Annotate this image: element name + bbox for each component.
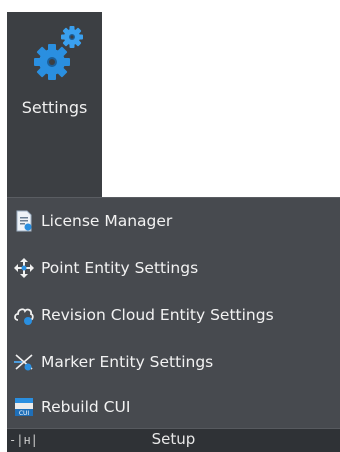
menu-item-label: Point Entity Settings — [41, 259, 199, 277]
cui-icon: CUI — [13, 396, 35, 418]
revision-cloud-icon — [13, 304, 35, 326]
svg-text:CUI: CUI — [19, 410, 30, 417]
point-move-icon — [13, 257, 35, 279]
panel-title: Setup — [151, 430, 196, 448]
menu-item-label: Marker Entity Settings — [41, 353, 214, 371]
settings-button[interactable]: Settings — [7, 12, 102, 197]
menu-item-label: License Manager — [41, 212, 173, 230]
menu-item-marker-entity-settings[interactable]: Marker Entity Settings — [7, 342, 340, 382]
marker-icon — [13, 351, 35, 373]
menu-item-label: Revision Cloud Entity Settings — [41, 306, 274, 324]
settings-dropdown-menu: License Manager Point Entity Settings Re… — [7, 197, 340, 452]
menu-item-license-manager[interactable]: License Manager — [7, 201, 340, 241]
settings-button-label: Settings — [21, 98, 88, 117]
menu-item-rebuild-cui[interactable]: CUI Rebuild CUI — [7, 387, 340, 427]
gears-icon — [28, 22, 88, 82]
panel-title-bar: -|н| Setup — [7, 428, 340, 452]
license-document-icon — [13, 210, 35, 232]
menu-item-revision-cloud-entity-settings[interactable]: Revision Cloud Entity Settings — [7, 295, 340, 335]
menu-item-label: Rebuild CUI — [41, 398, 131, 416]
menu-item-point-entity-settings[interactable]: Point Entity Settings — [7, 248, 340, 288]
